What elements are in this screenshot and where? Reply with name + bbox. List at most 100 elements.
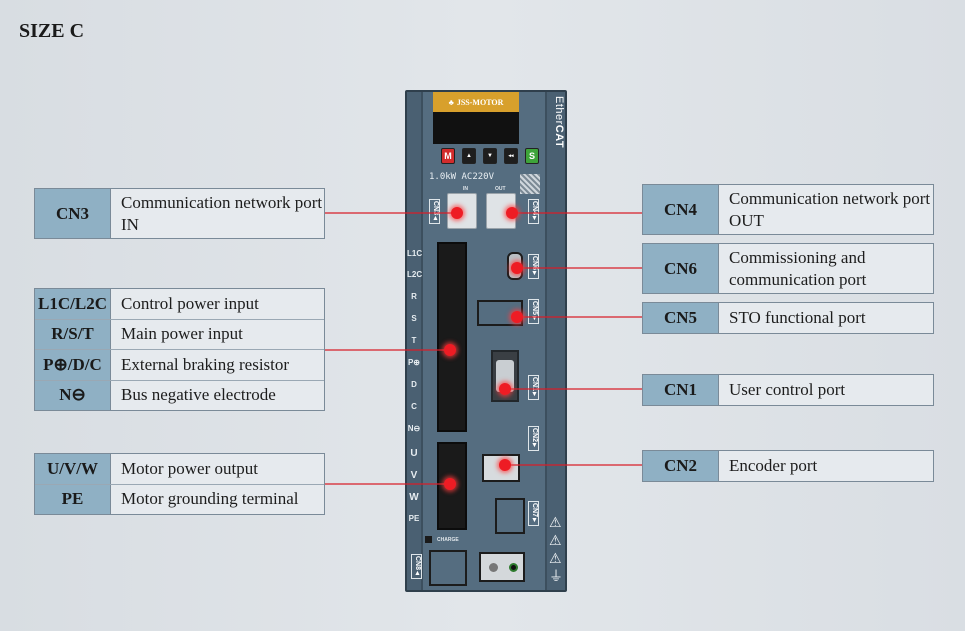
label-value: Communication network port OUT (729, 188, 931, 230)
terminal-label: L1C (407, 249, 423, 258)
label-key: CN2 (643, 451, 719, 481)
shift-key-button[interactable]: ◂◂ (504, 148, 518, 164)
label-value: Bus negative electrode (121, 385, 276, 405)
terminal-label: P⊕ (407, 358, 421, 367)
label-motor-terminals: U/V/W Motor power output PE Motor ground… (34, 453, 325, 515)
ethercat-suffix: CAT (553, 124, 565, 149)
up-key-button[interactable]: ▲ (462, 148, 476, 164)
label-key: P⊕/D/C (35, 350, 111, 380)
marker-cn5 (511, 311, 523, 323)
cn6-tag: CN6▼ (528, 254, 539, 280)
label-row: CN2 Encoder port (643, 451, 933, 481)
label-key: L1C/L2C (35, 289, 111, 319)
ethercat-prefix: Ether (553, 96, 565, 125)
label-key: CN4 (643, 185, 719, 234)
label-row: U/V/W Motor power output (35, 454, 324, 484)
marker-power (444, 344, 456, 356)
marker-cn4 (506, 207, 518, 219)
charge-label: CHARGE (437, 537, 459, 543)
label-cn1: CN1 User control port (642, 374, 934, 406)
cn2-tag: CN2▼ (528, 426, 539, 452)
label-cn2: CN2 Encoder port (642, 450, 934, 482)
label-row: CN6 Commissioning and communication port (643, 244, 933, 293)
terminal-label: C (411, 402, 417, 411)
label-value: User control port (729, 380, 846, 399)
out-label: OUT (495, 186, 506, 192)
label-row: PE Motor grounding terminal (35, 483, 324, 514)
qr-code-icon (520, 174, 540, 194)
label-row: L1C/L2C Control power input (35, 289, 324, 319)
screw-icon (509, 563, 518, 572)
label-key: N⊖ (35, 380, 111, 410)
label-key: CN5 (643, 303, 719, 333)
cn7-tag: CN7▼ (528, 501, 539, 527)
label-value: Encoder port (729, 456, 818, 475)
cn7-port (495, 498, 525, 534)
set-key-button[interactable]: S (525, 148, 539, 164)
terminal-label: N⊖ (407, 424, 421, 433)
keypad: M ▲ ▼ ◂◂ S (441, 148, 539, 164)
label-value: Commissioning and communication port (729, 247, 867, 289)
terminal-label: R (411, 292, 417, 301)
brand-plate: ♣ JSS-MOTOR (433, 92, 519, 112)
label-row: R/S/T Main power input (35, 318, 324, 349)
terminal-label: V (410, 470, 418, 481)
label-key: PE (35, 484, 111, 514)
servo-drive: ♣ JSS-MOTOR EtherCAT M ▲ ▼ ◂◂ S 1.0kW AC… (405, 90, 567, 592)
label-row: CN1 User control port (643, 375, 933, 405)
terminal-label: D (411, 380, 417, 389)
down-key-button[interactable]: ▼ (483, 148, 497, 164)
cn8-port (429, 550, 467, 586)
cn1-tag: CN1▼ (528, 375, 539, 401)
warning-icon: ⚠ (549, 533, 562, 549)
marker-motor (444, 478, 456, 490)
ground-screw-plate (479, 552, 525, 582)
terminal-label: S (411, 314, 417, 323)
power-rating: 1.0kW AC220V (429, 172, 495, 182)
marker-cn3 (451, 207, 463, 219)
label-value: Communication network port IN (121, 192, 323, 234)
logo-icon: ♣ (448, 97, 454, 107)
label-value: Main power input (121, 324, 243, 344)
label-row: CN4 Communication network port OUT (643, 185, 933, 234)
label-key: CN6 (643, 244, 719, 293)
label-row: P⊕/D/C External braking resistor (35, 349, 324, 380)
label-value: STO functional port (729, 308, 866, 327)
label-value: External braking resistor (121, 354, 290, 374)
label-row: CN5 STO functional port (643, 303, 933, 333)
label-key: R/S/T (35, 319, 111, 349)
mode-key-button[interactable]: M (441, 148, 455, 164)
terminal-label: U (410, 448, 418, 459)
label-value: Motor power output (121, 458, 258, 478)
label-cn4: CN4 Communication network port OUT (642, 184, 934, 235)
label-value: Motor grounding terminal (121, 489, 299, 509)
label-key: U/V/W (35, 454, 111, 484)
ground-icon: ⏚ (549, 569, 563, 585)
power-terminal-block (437, 242, 467, 432)
marker-cn1 (499, 383, 511, 395)
label-power-terminals: L1C/L2C Control power input R/S/T Main p… (34, 288, 325, 411)
warning-icon: ⚠ (549, 515, 562, 531)
label-value: Control power input (121, 293, 259, 313)
warning-icon: ⚠ (549, 551, 562, 567)
terminal-label: T (411, 336, 417, 345)
label-key: CN3 (35, 189, 111, 238)
label-cn6: CN6 Commissioning and communication port (642, 243, 934, 294)
label-row: N⊖ Bus negative electrode (35, 379, 324, 410)
label-cn5: CN5 STO functional port (642, 302, 934, 334)
label-cn3: CN3 Communication network port IN (34, 188, 325, 239)
marker-cn6 (511, 262, 523, 274)
cn4-tag: CN4▼ (528, 199, 539, 225)
brand-name: JSS-MOTOR (456, 97, 504, 107)
terminal-label: PE (408, 514, 420, 523)
cn3-tag: CN3▲ (429, 199, 440, 225)
cn5-tag: CN5▼ (528, 299, 539, 325)
page-title: SIZE C (19, 20, 85, 42)
led-display (433, 112, 519, 144)
terminal-label: W (409, 492, 419, 503)
screw-icon (489, 563, 498, 572)
terminal-label: L2C (407, 270, 423, 279)
label-key: CN1 (643, 375, 719, 405)
in-label: IN (463, 186, 468, 192)
marker-cn2 (499, 459, 511, 471)
